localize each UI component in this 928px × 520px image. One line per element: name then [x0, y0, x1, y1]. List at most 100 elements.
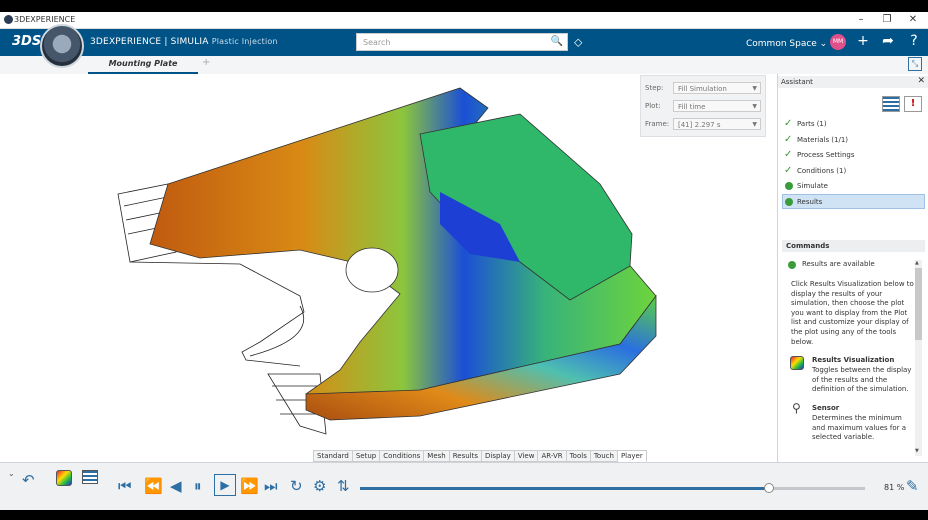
avatar[interactable]: MM: [830, 34, 846, 50]
close-window-button[interactable]: ✕: [906, 14, 920, 25]
play-icon[interactable]: ▶: [214, 474, 236, 496]
frame-label: Frame:: [645, 120, 670, 128]
step-parts[interactable]: ✓ Parts (1): [782, 116, 925, 132]
settings-gear-icon[interactable]: ⚙: [313, 477, 326, 495]
restore-button[interactable]: ❐: [880, 14, 894, 25]
step-simulate[interactable]: Simulate: [782, 178, 925, 194]
action-tab-touch[interactable]: Touch: [590, 450, 618, 462]
tab-mounting-plate[interactable]: Mounting Plate: [88, 56, 198, 74]
collapse-panel-icon[interactable]: ⤡: [908, 57, 922, 71]
search-input[interactable]: Search 🔍: [356, 33, 568, 51]
window-titlebar: 3DEXPERIENCE – ❐ ✕: [0, 12, 928, 29]
tab-bar: Mounting Plate +: [0, 56, 928, 74]
table-view-icon[interactable]: [882, 96, 900, 112]
scroll-up-icon[interactable]: ▲: [915, 260, 919, 266]
step-back-icon[interactable]: ◀: [170, 477, 182, 495]
action-tab-display[interactable]: Display: [482, 450, 515, 462]
timeline-slider[interactable]: [360, 483, 865, 493]
commands-header: Commands: [782, 240, 925, 252]
ds-logo: 3DS: [12, 34, 42, 49]
letterbox-bottom: [0, 510, 928, 520]
results-visualization-icon[interactable]: [790, 356, 804, 370]
collab-space-selector[interactable]: Common Space ⌄: [746, 39, 827, 49]
results-visualization-desc: Toggles between the display of the resul…: [812, 366, 912, 394]
chevron-down-icon: ▼: [752, 103, 757, 110]
plot-value: Fill time: [678, 103, 706, 111]
edit-icon[interactable]: ✎: [906, 477, 919, 495]
plot-select[interactable]: Fill time ▼: [673, 100, 761, 112]
first-frame-icon[interactable]: ⏮: [118, 477, 132, 495]
result-controls-panel: Step: Fill Simulation ▼ Plot: Fill time ▼ …: [640, 75, 766, 137]
assistant-panel: Assistant ✕ ! ✓ Parts (1) ✓ Materials (1/1…: [777, 74, 928, 462]
check-icon: ✓: [784, 164, 793, 176]
results-status-text: Results are available: [802, 260, 875, 268]
chevron-down-icon: ▼: [752, 121, 757, 128]
action-tab-conditions[interactable]: Conditions: [380, 450, 425, 462]
action-tab-tools[interactable]: Tools: [566, 450, 591, 462]
step-label: Results: [797, 197, 823, 206]
step-materials[interactable]: ✓ Materials (1/1): [782, 132, 925, 148]
sensor-icon[interactable]: ⚲: [792, 402, 801, 414]
last-frame-icon[interactable]: ⏭: [264, 477, 278, 495]
step-label: Process Settings: [797, 151, 855, 159]
swap-direction-icon[interactable]: ⇅: [337, 477, 350, 495]
step-select[interactable]: Fill Simulation ▼: [673, 82, 761, 94]
top-bar: 3DS 3DEXPERIENCE | SIMULIA Plastic Injec…: [0, 29, 928, 56]
status-dot-icon: [785, 197, 793, 206]
step-results[interactable]: Results: [782, 193, 925, 209]
warning-icon[interactable]: !: [904, 96, 922, 112]
commands-scrollbar[interactable]: ▲ ▼: [915, 260, 922, 456]
app-window: 3DEXPERIENCE – ❐ ✕ 3DS 3DEXPERIENCE | SI…: [0, 0, 928, 520]
pause-icon[interactable]: ⏸: [194, 477, 202, 495]
timeline-progress: [360, 487, 770, 490]
minimize-button[interactable]: –: [854, 14, 868, 25]
rewind-icon[interactable]: ⏪: [144, 477, 163, 495]
action-tab-setup[interactable]: Setup: [352, 450, 381, 462]
action-tab-player[interactable]: Player: [617, 450, 647, 462]
app-logo-icon: [4, 15, 13, 24]
check-icon: ✓: [784, 118, 793, 129]
scroll-down-icon[interactable]: ▼: [915, 448, 919, 454]
compass-widget[interactable]: [40, 24, 84, 68]
search-placeholder: Search: [363, 38, 391, 47]
action-bar-tabs: Standard Setup Conditions Mesh Results Displa…: [313, 450, 647, 462]
step-conditions[interactable]: ✓ Conditions (1): [782, 163, 925, 179]
help-icon[interactable]: ?: [906, 33, 922, 49]
step-process-settings[interactable]: ✓ Process Settings: [782, 147, 925, 163]
add-icon[interactable]: +: [855, 33, 871, 49]
results-visualization-title: Results Visualization: [812, 356, 895, 364]
progress-percent: 81 %: [884, 483, 905, 492]
sensor-desc: Determines the minimum and maximum value…: [812, 414, 907, 442]
action-tab-standard[interactable]: Standard: [313, 450, 353, 462]
assistant-header: Assistant ✕: [778, 76, 928, 88]
commands-instructions: Click Results Visualization below to dis…: [791, 280, 914, 346]
app-name: Plastic Injection: [211, 37, 278, 46]
letterbox-top: [0, 0, 928, 12]
undo-icon[interactable]: ↶: [22, 471, 35, 489]
add-tab-button[interactable]: +: [202, 57, 210, 68]
search-icon[interactable]: 🔍: [551, 36, 563, 47]
status-dot-icon: [785, 182, 793, 190]
action-bar: ⌄ ↶ ⏮ ⏪ ◀ ⏸ ▶ ⏩ ⏭ ↻ ⚙ ⇅ 81 % ✎: [0, 462, 928, 510]
loop-icon[interactable]: ↻: [290, 477, 303, 495]
share-icon[interactable]: ➦: [880, 33, 896, 49]
results-visualization-icon[interactable]: [56, 470, 72, 486]
step-label: Materials (1/1): [797, 135, 849, 144]
timeline-handle[interactable]: [764, 483, 775, 493]
action-tab-ar-vr[interactable]: AR-VR: [538, 450, 567, 462]
window-title: 3DEXPERIENCE: [14, 15, 76, 24]
tag-icon[interactable]: ⬦: [574, 35, 582, 50]
scroll-thumb[interactable]: [915, 268, 922, 340]
action-tab-view[interactable]: View: [514, 450, 539, 462]
plate-hole: [345, 247, 399, 293]
action-tab-mesh[interactable]: Mesh: [424, 450, 450, 462]
expand-icon[interactable]: ⌄: [8, 469, 15, 478]
action-tab-results[interactable]: Results: [449, 450, 483, 462]
table-icon[interactable]: [82, 470, 98, 484]
step-label: Parts (1): [797, 120, 827, 128]
check-icon: ✓: [784, 149, 793, 160]
close-icon[interactable]: ✕: [917, 76, 925, 86]
fast-forward-icon[interactable]: ⏩: [240, 477, 259, 495]
plot-label: Plot:: [645, 102, 661, 110]
frame-select[interactable]: [41] 2.297 s ▼: [673, 118, 761, 130]
